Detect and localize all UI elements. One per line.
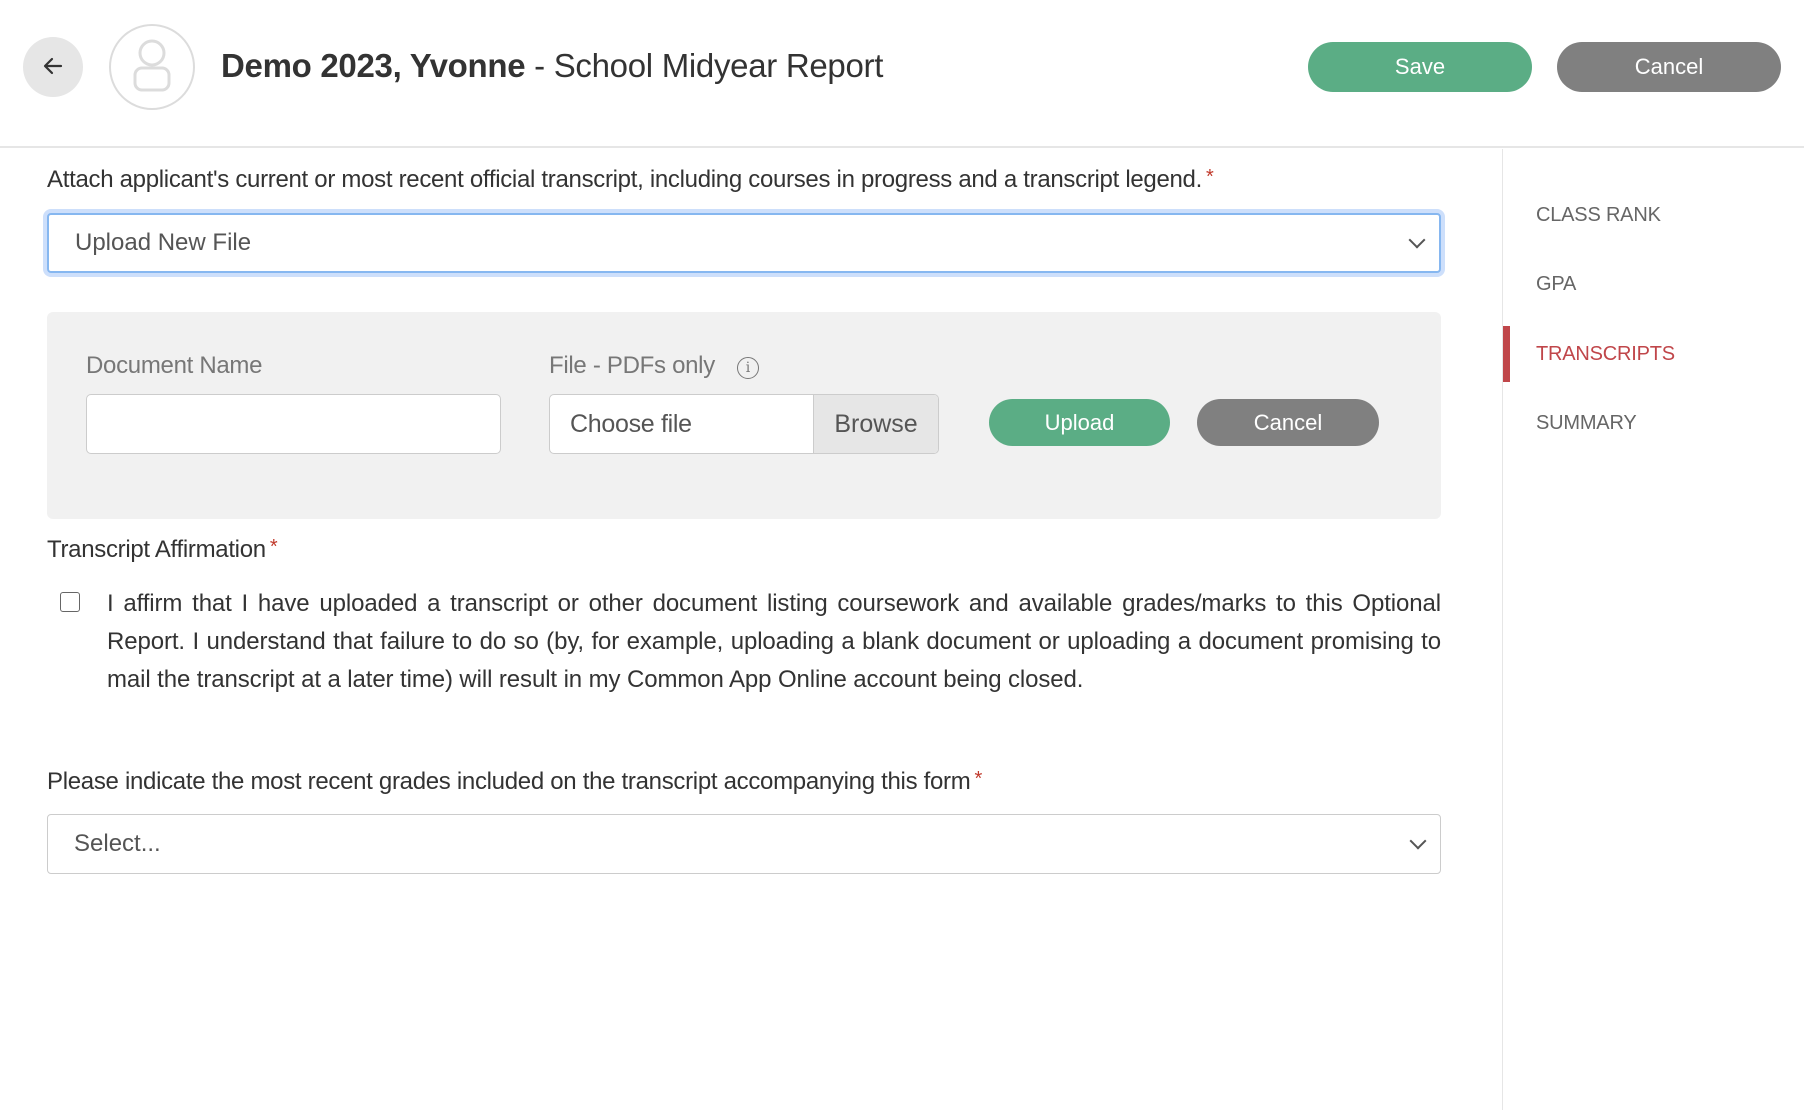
page-header: Demo 2023, Yvonne - School Midyear Repor…	[0, 0, 1804, 148]
sidebar-item-class-rank[interactable]: CLASS RANK	[1536, 204, 1661, 227]
file-chooser[interactable]: Choose file Browse	[549, 394, 939, 454]
grades-label: Please indicate the most recent grades i…	[47, 768, 982, 796]
affirmation-label: Transcript Affirmation *	[47, 536, 278, 564]
grades-select-value: Select...	[74, 830, 161, 857]
grades-label-text: Please indicate the most recent grades i…	[47, 768, 971, 795]
arrow-left-icon	[41, 54, 65, 81]
cancel-upload-button[interactable]: Cancel	[1197, 399, 1379, 446]
sidebar-item-transcripts[interactable]: TRANSCRIPTS	[1536, 343, 1675, 366]
affirmation-checkbox[interactable]	[60, 592, 80, 612]
document-name-label: Document Name	[86, 352, 263, 379]
report-title: School Midyear Report	[553, 47, 884, 84]
transcript-label: Attach applicant's current or most recen…	[47, 166, 1214, 194]
affirmation-text: I affirm that I have uploaded a transcri…	[107, 590, 1441, 693]
sidebar-item-summary[interactable]: SUMMARY	[1536, 412, 1637, 435]
chevron-down-icon	[1409, 832, 1427, 850]
transcript-label-text: Attach applicant's current or most recen…	[47, 166, 1202, 193]
browse-button[interactable]: Browse	[813, 395, 938, 453]
transcript-source-select[interactable]: Upload New File	[47, 213, 1441, 273]
avatar	[109, 24, 195, 110]
sidebar-divider	[1502, 149, 1503, 1110]
document-name-input[interactable]	[86, 394, 501, 454]
student-name: Demo 2023, Yvonne	[221, 47, 526, 84]
info-icon[interactable]: i	[737, 357, 759, 379]
required-mark: *	[269, 536, 278, 558]
cancel-button[interactable]: Cancel	[1557, 42, 1781, 92]
file-label: File - PDFs only	[549, 352, 715, 379]
chevron-down-icon	[1408, 231, 1426, 249]
save-button[interactable]: Save	[1308, 42, 1532, 92]
title-separator: -	[525, 47, 554, 84]
file-placeholder: Choose file	[570, 409, 692, 438]
required-mark: *	[1205, 166, 1214, 188]
back-button[interactable]	[23, 37, 83, 97]
required-mark: *	[974, 768, 982, 790]
upload-button[interactable]: Upload	[989, 399, 1170, 446]
affirmation-label-text: Transcript Affirmation	[47, 536, 266, 563]
sidebar-item-gpa[interactable]: GPA	[1536, 273, 1576, 296]
active-nav-indicator	[1503, 326, 1510, 382]
transcript-source-value: Upload New File	[75, 229, 252, 256]
page-title: Demo 2023, Yvonne - School Midyear Repor…	[221, 46, 883, 86]
grades-select[interactable]: Select...	[47, 814, 1441, 874]
user-icon	[127, 35, 177, 100]
